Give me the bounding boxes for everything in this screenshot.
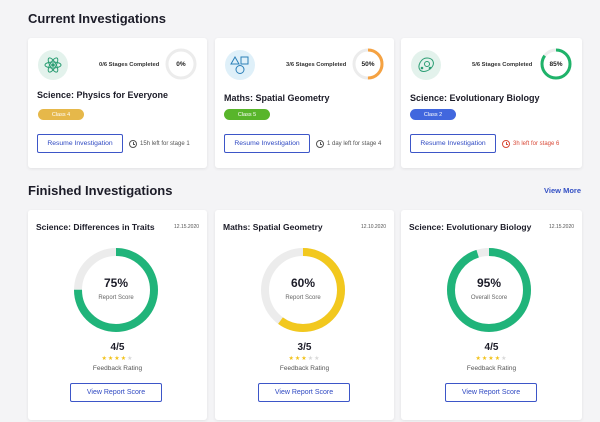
- score-percent: 60%: [290, 276, 316, 290]
- score-label: Overall Score: [470, 295, 508, 301]
- current-investigation-card: 0/6 Stages Completed 0% Science: Physics…: [28, 38, 207, 168]
- class-badge: Class 5: [224, 109, 270, 120]
- time-left-text: 15h left for stage 1: [140, 141, 190, 147]
- resume-investigation-button[interactable]: Resume Investigation: [37, 134, 123, 153]
- score-label: Report Score: [285, 295, 321, 301]
- view-report-score-button[interactable]: View Report Score: [70, 383, 162, 402]
- feedback-rating-value: 4/5: [110, 342, 125, 353]
- feedback-rating-label: Feedback Rating: [92, 365, 143, 372]
- finished-investigations-title: Finished Investigations: [28, 183, 173, 198]
- current-investigation-card: 3/6 Stages Completed 50% Maths: Spatial …: [215, 38, 394, 168]
- score-ring: 95% Overall Score: [445, 246, 533, 334]
- view-report-score-button[interactable]: View Report Score: [445, 383, 537, 402]
- investigation-title: Science: Evolutionary Biology: [409, 222, 532, 232]
- resume-investigation-button[interactable]: Resume Investigation: [224, 134, 310, 153]
- time-left: 3h left for stage 6: [502, 140, 559, 148]
- rating-stars: ★★★★★: [28, 355, 207, 362]
- progress-ring: 85%: [539, 47, 573, 81]
- stages-completed: 0/6 Stages Completed: [99, 62, 160, 68]
- rating-stars: ★★★★★: [401, 355, 582, 362]
- completion-date: 12.10.2020: [361, 224, 387, 230]
- clock-icon: [316, 140, 324, 148]
- time-left: 15h left for stage 1: [129, 140, 190, 148]
- investigation-title: Science: Physics for Everyone: [37, 90, 169, 100]
- current-investigations-title: Current Investigations: [28, 11, 166, 26]
- cell-icon: [411, 50, 441, 80]
- score-ring: 75% Report Score: [72, 246, 160, 334]
- feedback-rating-value: 4/5: [484, 342, 499, 353]
- completion-date: 12.15.2020: [174, 224, 200, 230]
- clock-icon: [129, 140, 137, 148]
- atom-icon: [38, 50, 68, 80]
- shapes-icon: [225, 50, 255, 80]
- finished-investigation-card: Science: Differences in Traits 12.15.202…: [28, 210, 207, 420]
- view-report-score-button[interactable]: View Report Score: [258, 383, 350, 402]
- star-icon: ★: [127, 356, 134, 362]
- view-more-link[interactable]: View More: [544, 186, 581, 195]
- investigation-title: Science: Evolutionary Biology: [410, 93, 540, 103]
- star-icon: ★: [501, 356, 508, 362]
- resume-investigation-button[interactable]: Resume Investigation: [410, 134, 496, 153]
- time-left: 1 day left for stage 4: [316, 140, 381, 148]
- class-badge: Class 4: [38, 109, 84, 120]
- score-percent: 75%: [103, 276, 129, 290]
- investigation-title: Maths: Spatial Geometry: [223, 222, 323, 232]
- score-ring: 60% Report Score: [259, 246, 347, 334]
- investigation-title: Science: Differences in Traits: [36, 222, 155, 232]
- star-icon: ★: [314, 356, 321, 362]
- rating-stars: ★★★★★: [215, 355, 394, 362]
- investigation-title: Maths: Spatial Geometry: [224, 93, 330, 103]
- progress-percent: 85%: [549, 60, 563, 68]
- feedback-rating-label: Feedback Rating: [466, 365, 517, 372]
- feedback-rating-label: Feedback Rating: [279, 365, 330, 372]
- completion-date: 12.15.2020: [549, 224, 575, 230]
- score-label: Report Score: [98, 295, 134, 301]
- progress-percent: 50%: [361, 60, 375, 68]
- finished-investigation-card: Science: Evolutionary Biology 12.15.2020…: [401, 210, 582, 420]
- progress-ring: 50%: [351, 47, 385, 81]
- feedback-rating-value: 3/5: [297, 342, 312, 353]
- current-investigation-card: 5/6 Stages Completed 85% Science: Evolut…: [401, 38, 582, 168]
- class-badge: Class 2: [410, 109, 456, 120]
- clock-icon: [502, 140, 510, 148]
- stages-completed: 5/6 Stages Completed: [472, 62, 533, 68]
- time-left-text: 1 day left for stage 4: [327, 141, 382, 147]
- stages-completed: 3/6 Stages Completed: [286, 62, 347, 68]
- score-percent: 95%: [476, 276, 502, 290]
- time-left-text: 3h left for stage 6: [513, 141, 560, 147]
- progress-percent: 0%: [176, 60, 186, 68]
- finished-investigation-card: Maths: Spatial Geometry 12.10.2020 60% R…: [215, 210, 394, 420]
- progress-ring: 0%: [164, 47, 198, 81]
